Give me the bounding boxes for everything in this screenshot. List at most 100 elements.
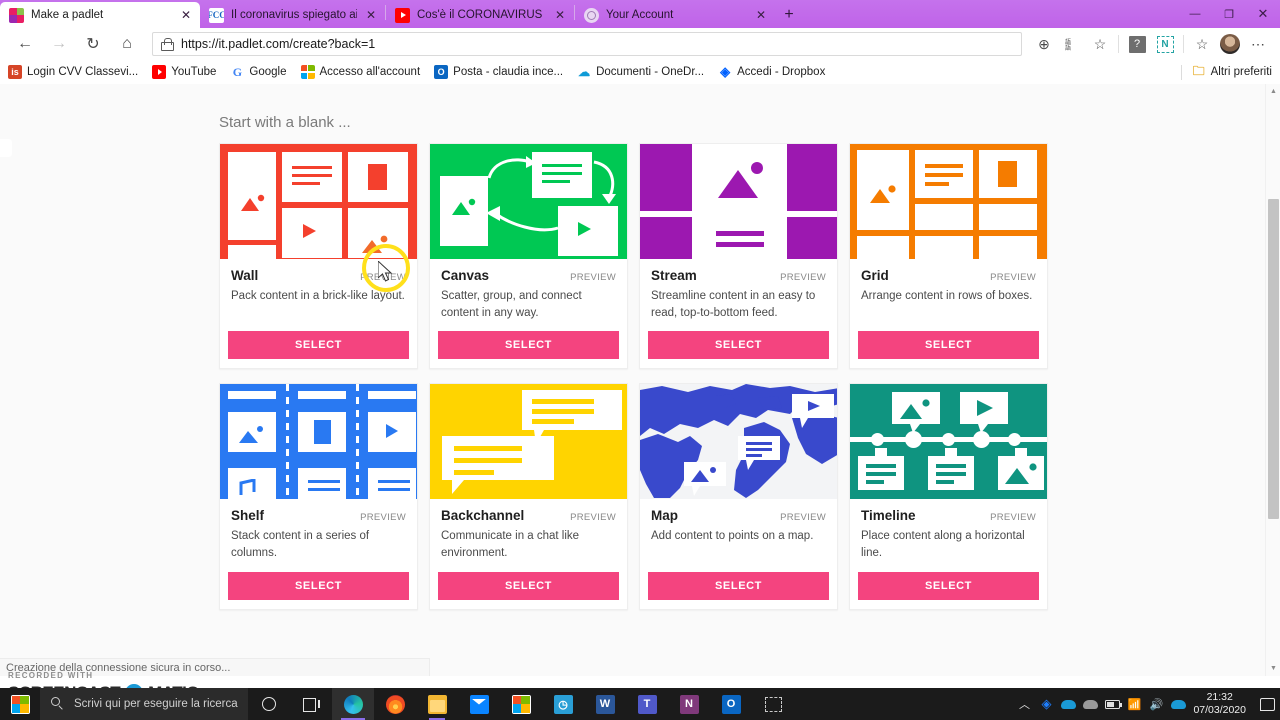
- select-button[interactable]: SELECT: [228, 331, 409, 360]
- template-card-wall[interactable]: Wall PREVIEW Pack content in a brick-lik…: [219, 143, 418, 370]
- taskbar-app-teams[interactable]: T: [626, 688, 668, 720]
- add-to-collections-icon[interactable]: ⊕: [1030, 30, 1058, 58]
- card-footer: SELECT: [430, 325, 627, 368]
- template-card-timeline[interactable]: Timeline PREVIEW Place content along a h…: [849, 383, 1048, 610]
- bookmark-item[interactable]: YouTube: [152, 65, 216, 79]
- taskbar-app-file-explorer[interactable]: [416, 688, 458, 720]
- close-window-button[interactable]: ✕: [1246, 0, 1280, 28]
- dropbox-icon[interactable]: ◈: [1035, 688, 1057, 720]
- vertical-scrollbar[interactable]: ▲ ▼: [1265, 84, 1280, 676]
- notification-center-button[interactable]: [1254, 688, 1280, 720]
- preview-link[interactable]: PREVIEW: [570, 512, 616, 523]
- scroll-up-arrow[interactable]: ▲: [1266, 84, 1280, 99]
- minimize-button[interactable]: —: [1178, 0, 1212, 28]
- template-card-canvas[interactable]: Canvas PREVIEW Scatter, group, and conne…: [429, 143, 628, 370]
- cloud-upload-icon[interactable]: [1167, 688, 1189, 720]
- select-button[interactable]: SELECT: [438, 331, 619, 360]
- bookmarks-overflow[interactable]: 🗀 Altri preferiti: [1180, 64, 1272, 80]
- browser-tab-1[interactable]: FCC Il coronavirus spiegato ai ragazz ✕: [200, 2, 385, 28]
- extension-help-icon[interactable]: ?: [1123, 30, 1151, 58]
- maximize-button[interactable]: ❐: [1212, 0, 1246, 28]
- avatar[interactable]: [1216, 30, 1244, 58]
- taskbar-app-snip-tool[interactable]: [752, 688, 794, 720]
- preview-link[interactable]: PREVIEW: [360, 512, 406, 523]
- template-card-map[interactable]: Map PREVIEW Add content to points on a m…: [639, 383, 838, 610]
- address-bar[interactable]: https://it.padlet.com/create?back=1: [152, 32, 1022, 56]
- preview-link[interactable]: PREVIEW: [570, 272, 616, 283]
- template-card-grid[interactable]: Grid PREVIEW Arrange content in rows of …: [849, 143, 1048, 370]
- taskbar-app-microsoft-edge[interactable]: [332, 688, 374, 720]
- tab-title: Your Account: [606, 9, 674, 21]
- browser-tab-0[interactable]: Make a padlet ✕: [0, 2, 200, 28]
- mouse-cursor: [378, 261, 393, 282]
- select-button[interactable]: SELECT: [648, 571, 829, 600]
- select-button[interactable]: SELECT: [858, 571, 1039, 600]
- template-grid: Wall PREVIEW Pack content in a brick-lik…: [219, 143, 1059, 610]
- preview-link[interactable]: PREVIEW: [780, 512, 826, 523]
- page-title: Start with a blank ...: [219, 114, 351, 131]
- bookmark-item[interactable]: Accesso all'account: [300, 65, 420, 79]
- tab-close-button[interactable]: ✕: [178, 7, 194, 23]
- taskbar-app-word[interactable]: W: [584, 688, 626, 720]
- card-description: Stack content in a series of columns.: [231, 530, 370, 560]
- scroll-down-arrow[interactable]: ▼: [1266, 661, 1280, 676]
- folder-icon: 🗀: [1191, 65, 1206, 79]
- preview-link[interactable]: PREVIEW: [990, 272, 1036, 283]
- firefox-icon: [385, 694, 405, 714]
- taskbar-app-microsoft-store[interactable]: [500, 688, 542, 720]
- bookmark-item[interactable]: ◈ Accedi - Dropbox: [718, 65, 825, 79]
- card-footer: SELECT: [850, 566, 1047, 609]
- card-footer: SELECT: [430, 566, 627, 609]
- wifi-icon[interactable]: 📶: [1123, 688, 1145, 720]
- new-tab-button[interactable]: +: [775, 2, 803, 28]
- card-title: Stream: [651, 268, 697, 283]
- preview-link[interactable]: PREVIEW: [780, 272, 826, 283]
- browser-tab-3[interactable]: Your Account ✕: [575, 2, 775, 28]
- bookmark-item[interactable]: G Google: [230, 65, 287, 79]
- taskbar-app-mail[interactable]: [458, 688, 500, 720]
- bookmark-item[interactable]: Posta - claudia ince...: [434, 65, 563, 79]
- more-options-icon[interactable]: ⋯: [1244, 30, 1272, 58]
- read-aloud-icon[interactable]: 語語: [1058, 30, 1086, 58]
- select-button[interactable]: SELECT: [648, 331, 829, 360]
- cortana-button[interactable]: [248, 688, 290, 720]
- taskbar-app-photos[interactable]: ◷: [542, 688, 584, 720]
- taskbar-search-input[interactable]: Scrivi qui per eseguire la ricerca: [40, 688, 248, 720]
- template-card-shelf[interactable]: Shelf PREVIEW Stack content in a series …: [219, 383, 418, 610]
- start-button[interactable]: [0, 688, 40, 720]
- battery-icon[interactable]: [1101, 688, 1123, 720]
- select-button[interactable]: SELECT: [858, 331, 1039, 360]
- tab-close-button[interactable]: ✕: [363, 7, 379, 23]
- select-button[interactable]: SELECT: [228, 571, 409, 600]
- left-edge-artifact: [0, 139, 12, 157]
- scrollbar-thumb[interactable]: [1268, 199, 1279, 519]
- onedrive-icon[interactable]: [1057, 688, 1079, 720]
- onedrive-gray-icon[interactable]: [1079, 688, 1101, 720]
- svg-text:語: 語: [1065, 44, 1071, 51]
- task-view-button[interactable]: [290, 688, 332, 720]
- taskbar-clock[interactable]: 21:32 07/03/2020: [1189, 691, 1254, 717]
- tab-close-button[interactable]: ✕: [552, 7, 568, 23]
- taskbar-app-outlook[interactable]: O: [710, 688, 752, 720]
- browser-tab-2[interactable]: Cos'è il CORONAVIRUS di Wuha ✕: [386, 2, 574, 28]
- back-button[interactable]: ←: [8, 29, 42, 59]
- select-button[interactable]: SELECT: [438, 571, 619, 600]
- refresh-button[interactable]: ↻: [76, 29, 110, 59]
- extension-n-icon[interactable]: N: [1151, 30, 1179, 58]
- bookmark-item[interactable]: ☁ Documenti - OneDr...: [577, 65, 704, 79]
- taskbar-app-onenote[interactable]: N: [668, 688, 710, 720]
- favorite-star-icon[interactable]: ☆: [1086, 30, 1114, 58]
- volume-icon[interactable]: 🔊: [1145, 688, 1167, 720]
- bookmark-item[interactable]: is Login CVV Classevi...: [8, 65, 138, 79]
- template-card-stream[interactable]: Stream PREVIEW Streamline content in an …: [639, 143, 838, 370]
- card-title: Wall: [231, 268, 259, 283]
- show-hidden-icons-button[interactable]: ︿: [1013, 688, 1035, 720]
- taskbar-app-firefox[interactable]: [374, 688, 416, 720]
- home-button[interactable]: ⌂: [110, 29, 144, 59]
- collections-icon[interactable]: ☆: [1188, 30, 1216, 58]
- forward-button[interactable]: →: [42, 29, 76, 59]
- tab-close-button[interactable]: ✕: [753, 7, 769, 23]
- bookmarks-overflow-label: Altri preferiti: [1210, 66, 1272, 78]
- preview-link[interactable]: PREVIEW: [990, 512, 1036, 523]
- template-card-backchannel[interactable]: Backchannel PREVIEW Communicate in a cha…: [429, 383, 628, 610]
